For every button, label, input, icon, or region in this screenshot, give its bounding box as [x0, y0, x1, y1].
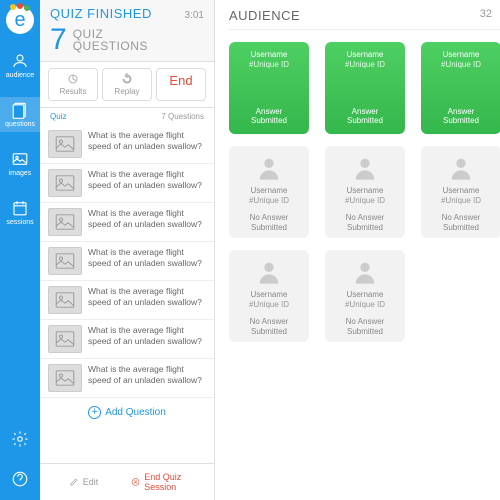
- question-list: What is the average flight speed of an u…: [40, 125, 214, 463]
- question-text: What is the average flight speed of an u…: [88, 169, 206, 197]
- add-question-button[interactable]: +Add Question: [40, 398, 214, 427]
- sidebar-item-questions[interactable]: questions: [0, 97, 40, 132]
- card-username: Username: [347, 50, 384, 59]
- end-session-button[interactable]: End Quiz Session: [127, 464, 214, 500]
- question-item[interactable]: What is the average flight speed of an u…: [40, 242, 214, 281]
- sidebar: audience questions images sessions: [0, 0, 40, 500]
- card-id: #Unique ID: [345, 300, 385, 309]
- app-logo: [6, 6, 34, 34]
- help-icon: [11, 470, 29, 488]
- card-username: Username: [251, 50, 288, 59]
- question-thumb: [48, 325, 82, 353]
- audience-card[interactable]: Username #Unique ID No AnswerSubmitted: [325, 250, 405, 342]
- quiz-status: QUIZ FINISHED: [50, 6, 152, 21]
- audience-icon: [11, 52, 29, 70]
- card-id: #Unique ID: [345, 60, 385, 69]
- question-item[interactable]: What is the average flight speed of an u…: [40, 320, 214, 359]
- quiz-count: 7: [50, 23, 67, 57]
- card-status: No AnswerSubmitted: [250, 213, 289, 232]
- audience-title: AUDIENCE: [229, 8, 300, 23]
- sidebar-item-label: sessions: [6, 219, 33, 226]
- images-icon: [11, 150, 29, 168]
- results-icon: [67, 73, 79, 85]
- sidebar-item-settings[interactable]: [0, 426, 40, 452]
- end-button[interactable]: End: [156, 68, 206, 101]
- pencil-icon: [69, 477, 79, 487]
- edit-button[interactable]: Edit: [40, 464, 127, 500]
- sidebar-item-label: audience: [6, 72, 34, 79]
- close-icon: [131, 477, 140, 487]
- avatar-icon: [351, 258, 379, 286]
- sidebar-item-label: questions: [5, 121, 35, 128]
- quiz-meta-count: 7 Questions: [161, 112, 204, 121]
- audience-panel: AUDIENCE 32 Username #Unique ID AnswerSu…: [215, 0, 500, 500]
- question-thumb: [48, 130, 82, 158]
- question-text: What is the average flight speed of an u…: [88, 286, 206, 314]
- questions-icon: [11, 101, 29, 119]
- sidebar-item-audience[interactable]: audience: [0, 48, 40, 83]
- audience-card[interactable]: Username #Unique ID No AnswerSubmitted: [229, 250, 309, 342]
- card-status: No AnswerSubmitted: [346, 317, 385, 336]
- sidebar-item-images[interactable]: images: [0, 146, 40, 181]
- question-thumb: [48, 286, 82, 314]
- audience-card[interactable]: Username #Unique ID No AnswerSubmitted: [229, 146, 309, 238]
- quiz-meta-label: Quiz: [50, 112, 66, 121]
- card-id: #Unique ID: [345, 196, 385, 205]
- card-username: Username: [443, 50, 480, 59]
- card-id: #Unique ID: [249, 60, 289, 69]
- card-id: #Unique ID: [441, 60, 481, 69]
- results-button[interactable]: Results: [48, 68, 98, 101]
- question-text: What is the average flight speed of an u…: [88, 247, 206, 275]
- audience-card[interactable]: Username #Unique ID No AnswerSubmitted: [325, 146, 405, 238]
- question-item[interactable]: What is the average flight speed of an u…: [40, 164, 214, 203]
- replay-button[interactable]: Replay: [102, 68, 152, 101]
- replay-icon: [121, 73, 133, 85]
- sidebar-item-sessions[interactable]: sessions: [0, 195, 40, 230]
- card-username: Username: [251, 290, 288, 299]
- audience-grid: Username #Unique ID AnswerSubmitted User…: [229, 42, 500, 342]
- question-item[interactable]: What is the average flight speed of an u…: [40, 125, 214, 164]
- avatar-icon: [351, 154, 379, 182]
- question-text: What is the average flight speed of an u…: [88, 364, 206, 392]
- card-status: AnswerSubmitted: [443, 107, 479, 126]
- card-status: No AnswerSubmitted: [346, 213, 385, 232]
- gear-icon: [11, 430, 29, 448]
- question-thumb: [48, 364, 82, 392]
- card-id: #Unique ID: [249, 196, 289, 205]
- avatar-icon: [255, 154, 283, 182]
- question-text: What is the average flight speed of an u…: [88, 208, 206, 236]
- question-thumb: [48, 208, 82, 236]
- question-text: What is the average flight speed of an u…: [88, 130, 206, 158]
- audience-card[interactable]: Username #Unique ID AnswerSubmitted: [421, 42, 500, 134]
- quiz-panel: QUIZ FINISHED 3:01 7 QUIZ QUESTIONS Resu…: [40, 0, 215, 500]
- quiz-timer: 3:01: [185, 10, 204, 21]
- question-thumb: [48, 247, 82, 275]
- avatar-icon: [447, 154, 475, 182]
- question-item[interactable]: What is the average flight speed of an u…: [40, 203, 214, 242]
- quiz-count-label: QUESTIONS: [73, 40, 148, 52]
- card-username: Username: [347, 290, 384, 299]
- card-id: #Unique ID: [249, 300, 289, 309]
- audience-card[interactable]: Username #Unique ID AnswerSubmitted: [229, 42, 309, 134]
- card-status: AnswerSubmitted: [347, 107, 383, 126]
- card-username: Username: [251, 186, 288, 195]
- question-item[interactable]: What is the average flight speed of an u…: [40, 359, 214, 398]
- card-username: Username: [347, 186, 384, 195]
- audience-card[interactable]: Username #Unique ID No AnswerSubmitted: [421, 146, 500, 238]
- card-status: No AnswerSubmitted: [250, 317, 289, 336]
- card-username: Username: [443, 186, 480, 195]
- card-status: AnswerSubmitted: [251, 107, 287, 126]
- question-text: What is the average flight speed of an u…: [88, 325, 206, 353]
- plus-icon: +: [88, 406, 101, 419]
- card-id: #Unique ID: [441, 196, 481, 205]
- calendar-icon: [11, 199, 29, 217]
- audience-count: 32: [480, 8, 492, 23]
- audience-card[interactable]: Username #Unique ID AnswerSubmitted: [325, 42, 405, 134]
- sidebar-item-help[interactable]: [0, 466, 40, 492]
- sidebar-item-label: images: [9, 170, 32, 177]
- question-thumb: [48, 169, 82, 197]
- avatar-icon: [255, 258, 283, 286]
- question-item[interactable]: What is the average flight speed of an u…: [40, 281, 214, 320]
- card-status: No AnswerSubmitted: [442, 213, 481, 232]
